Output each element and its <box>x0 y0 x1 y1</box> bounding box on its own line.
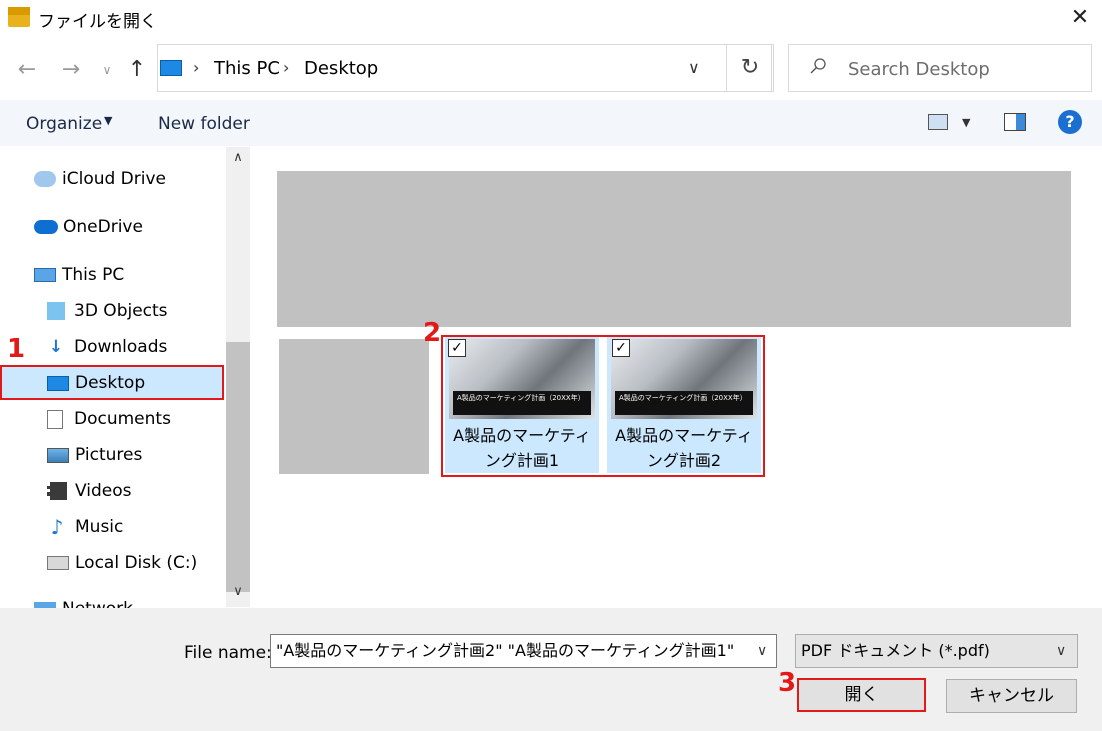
arrow-up-icon: ↑ <box>127 57 147 82</box>
sidebar-item-this-pc[interactable]: This PC <box>34 260 124 290</box>
sidebar-item-3d-objects[interactable]: 3D Objects <box>47 296 168 326</box>
step-2-annotation: 2 <box>423 318 442 348</box>
refresh-icon: ↻ <box>740 55 760 80</box>
chevron-right-icon: › <box>193 58 200 77</box>
sidebar-item-documents[interactable]: Documents <box>47 404 171 434</box>
up-button[interactable]: ↑ <box>122 55 152 85</box>
chevron-down-icon: ∨ <box>102 63 112 77</box>
sidebar-item-label: Music <box>75 517 124 537</box>
new-folder-button[interactable]: New folder <box>158 114 250 134</box>
window-title: ファイルを開く <box>38 12 157 32</box>
sidebar-item-videos[interactable]: Videos <box>47 476 132 506</box>
file-name-label: File name: <box>184 643 272 663</box>
organize-button[interactable]: Organize <box>26 114 102 134</box>
chevron-right-icon: › <box>283 58 290 77</box>
file-name-input[interactable]: "A製品のマーケティング計画2" "A製品のマーケティング計画1" <box>270 634 777 668</box>
close-button[interactable]: ✕ <box>1064 4 1096 32</box>
film-icon <box>47 482 67 500</box>
sidebar-item-network[interactable]: Network <box>34 594 133 608</box>
sidebar-item-label: Documents <box>74 409 171 429</box>
music-note-icon: ♪ <box>50 515 64 539</box>
back-button[interactable]: ← <box>12 55 42 85</box>
address-dropdown-button[interactable]: ∨ <box>688 58 700 77</box>
help-icon[interactable]: ? <box>1058 110 1082 134</box>
pdf-app-icon <box>8 7 30 27</box>
placeholder-tile <box>279 339 429 474</box>
search-icon <box>810 58 826 74</box>
computer-icon <box>34 268 56 282</box>
bottom-panel <box>0 608 1102 731</box>
cube-icon <box>47 302 65 320</box>
sidebar-item-music[interactable]: ♪ Music <box>47 512 124 542</box>
recent-locations-button[interactable]: ∨ <box>92 55 122 85</box>
desktop-icon <box>160 60 182 76</box>
onedrive-icon <box>34 220 58 234</box>
sidebar-item-label: Desktop <box>75 373 146 393</box>
cloud-icon <box>34 171 56 187</box>
sidebar-item-pictures[interactable]: Pictures <box>47 440 142 470</box>
sidebar-item-onedrive[interactable]: OneDrive <box>34 212 143 242</box>
refresh-button[interactable]: ↻ <box>726 44 774 92</box>
step-1-annotation: 1 <box>7 334 26 364</box>
sidebar-item-label: This PC <box>62 265 125 285</box>
caret-down-icon[interactable]: ▼ <box>962 116 970 129</box>
sidebar-item-label: Downloads <box>74 337 168 357</box>
selection-annotation-box <box>441 335 765 477</box>
disk-icon <box>47 556 69 570</box>
sidebar-item-downloads[interactable]: ↓ Downloads <box>47 332 167 362</box>
caret-down-icon: ▼ <box>104 114 113 127</box>
sidebar-item-label: Local Disk (C:) <box>75 553 198 573</box>
chevron-down-icon: ∨ <box>757 643 768 659</box>
breadcrumb-this-pc[interactable]: This PC <box>214 58 280 79</box>
forward-button[interactable]: → <box>56 55 86 85</box>
sidebar-item-label: Pictures <box>75 445 143 465</box>
arrow-left-icon: ← <box>17 57 37 82</box>
arrow-right-icon: → <box>61 57 81 82</box>
chevron-down-icon: ∨ <box>1056 643 1067 659</box>
chevron-down-icon: ∨ <box>233 584 243 599</box>
breadcrumb-desktop[interactable]: Desktop <box>304 58 378 79</box>
scroll-down-button[interactable]: ∨ <box>226 584 250 606</box>
title-bar <box>0 0 1102 38</box>
file-type-select[interactable]: PDF ドキュメント (*.pdf) <box>795 634 1078 668</box>
picture-icon <box>47 447 69 463</box>
document-icon <box>47 409 63 429</box>
sidebar-item-desktop[interactable]: Desktop <box>47 368 145 398</box>
sidebar-item-local-disk[interactable]: Local Disk (C:) <box>47 548 197 578</box>
download-arrow-icon: ↓ <box>48 337 64 357</box>
cancel-button[interactable]: キャンセル <box>946 679 1077 713</box>
sidebar-item-label: Network <box>62 599 133 608</box>
scroll-up-button[interactable]: ∧ <box>226 150 250 172</box>
sidebar-item-icloud-drive[interactable]: iCloud Drive <box>34 164 166 194</box>
file-name-dropdown[interactable]: ∨ <box>757 643 767 659</box>
step-3-annotation: 3 <box>778 668 797 698</box>
sidebar-item-label: OneDrive <box>63 217 143 237</box>
close-icon: ✕ <box>1070 5 1090 30</box>
placeholder-banner <box>277 171 1071 327</box>
chevron-down-icon: ∨ <box>688 58 700 77</box>
view-options-icon[interactable] <box>928 114 948 130</box>
chevron-up-icon: ∧ <box>233 150 243 165</box>
preview-pane-icon[interactable] <box>1004 113 1026 131</box>
search-input[interactable]: Search Desktop <box>848 59 990 80</box>
open-button[interactable]: 開く <box>797 678 926 712</box>
file-type-dropdown[interactable]: ∨ <box>1056 643 1066 659</box>
nav-scrollbar-thumb[interactable] <box>226 342 250 592</box>
sidebar-item-label: 3D Objects <box>74 301 168 321</box>
desktop-icon <box>47 375 69 391</box>
sidebar-item-label: iCloud Drive <box>62 169 167 189</box>
sidebar-item-label: Videos <box>75 481 132 501</box>
